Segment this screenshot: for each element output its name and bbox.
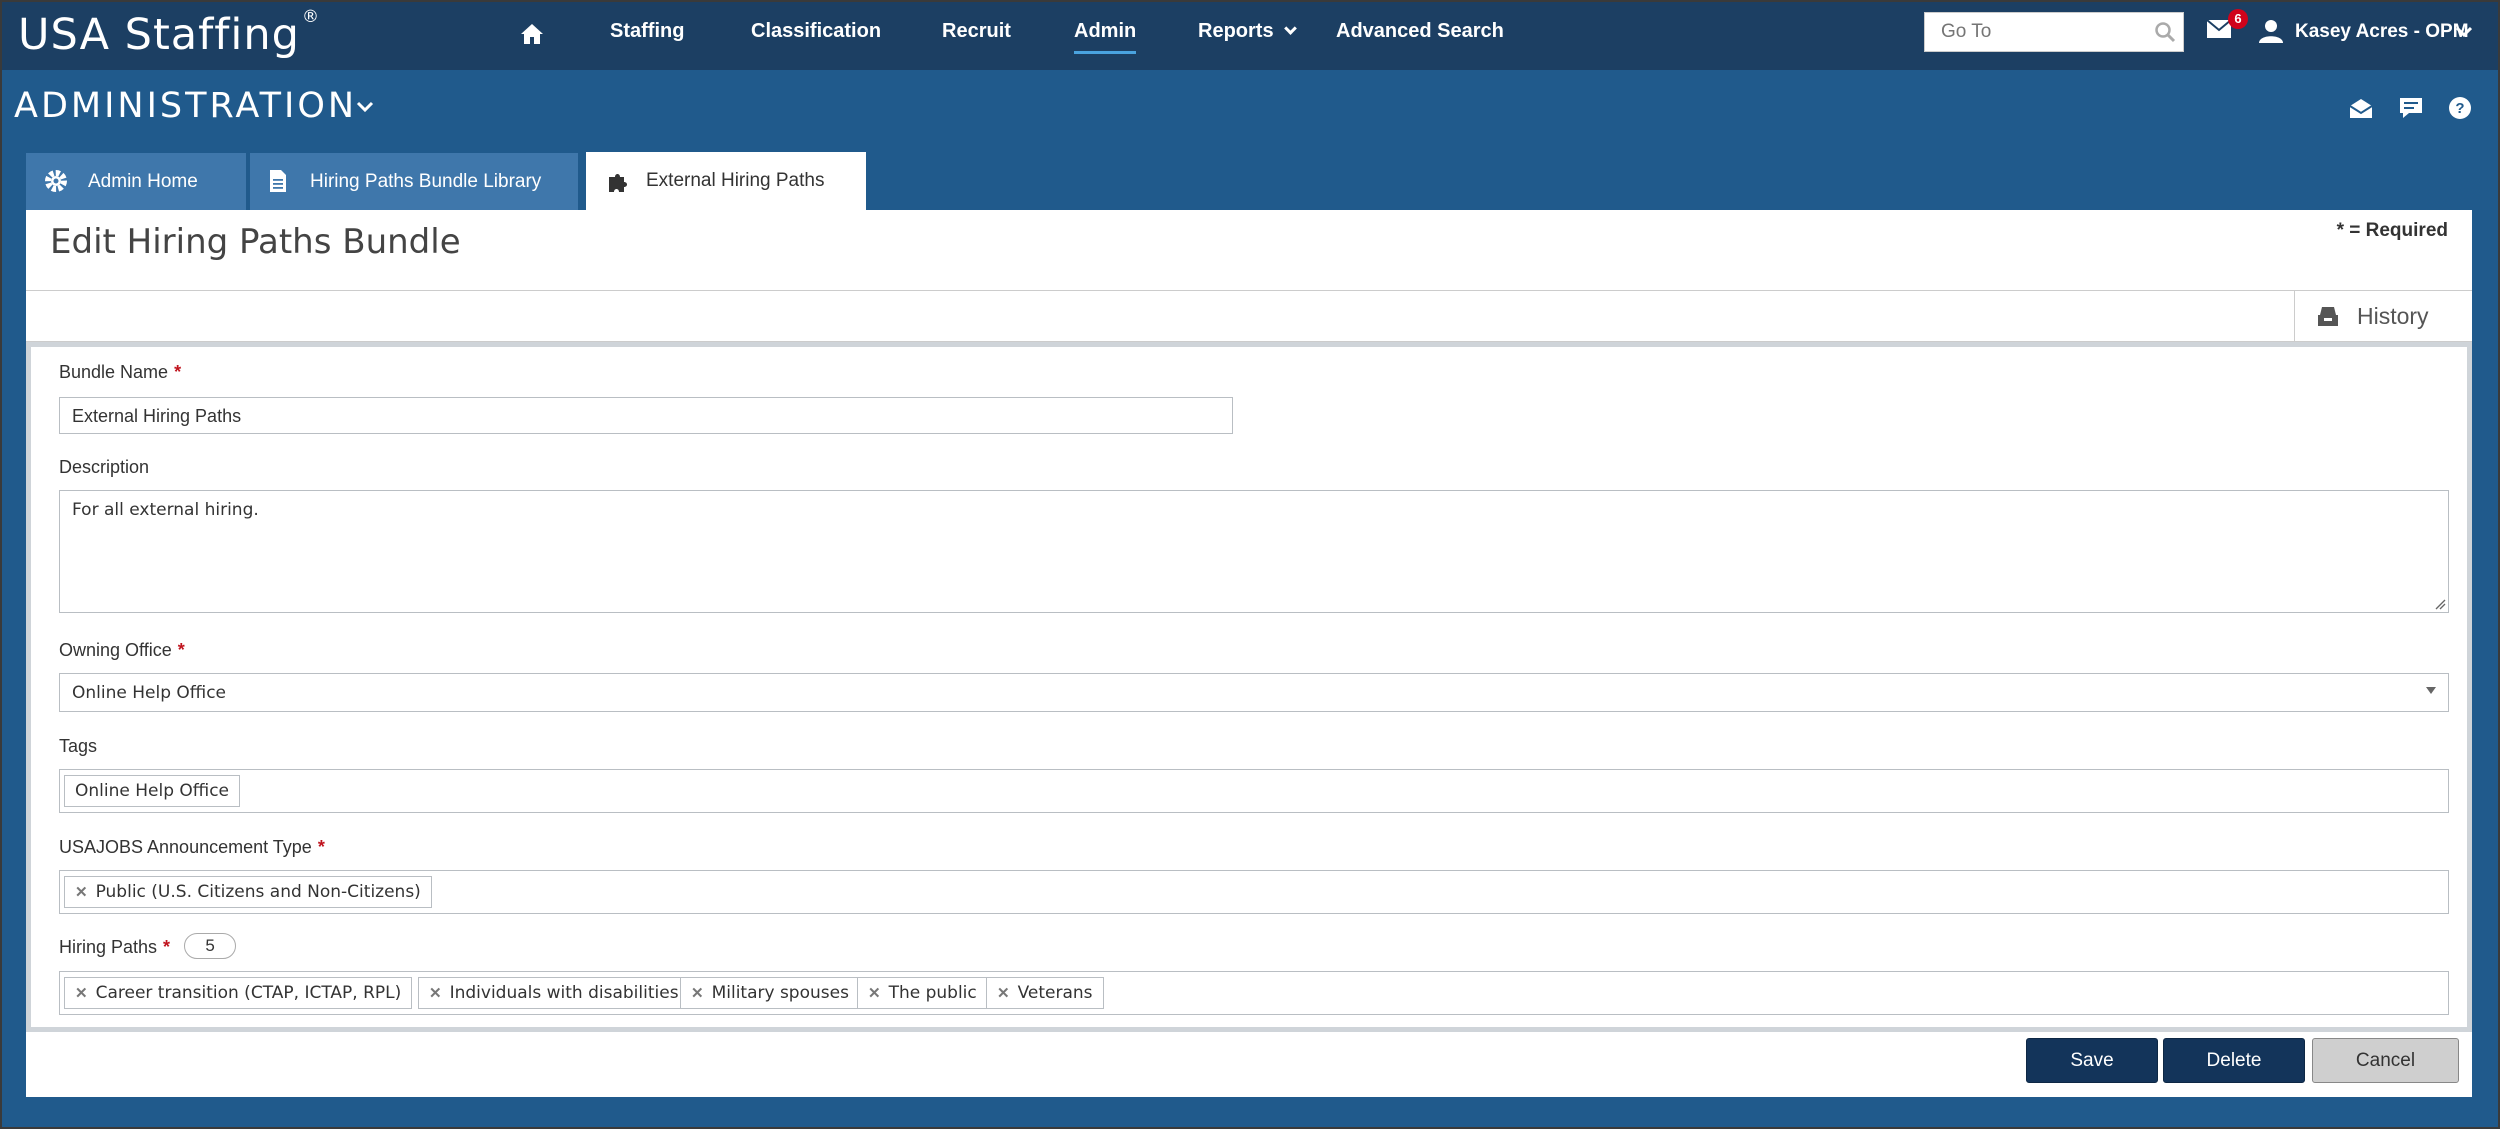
document-icon (270, 170, 286, 192)
tab-label: External Hiring Paths (646, 170, 825, 191)
description-label: Description (59, 457, 150, 477)
tab-hiring-paths-bundle-library[interactable]: Hiring Paths Bundle Library (250, 153, 578, 210)
bundle-name-input[interactable]: External Hiring Paths (59, 397, 1233, 434)
caret-down-icon (2426, 687, 2436, 694)
home-icon[interactable] (520, 22, 544, 46)
tags-input[interactable]: Online Help Office (59, 769, 2449, 813)
required-mark: * (174, 362, 182, 382)
hiring-path-chip: ✕ Career transition (CTAP, ICTAP, RPL) (64, 977, 413, 1009)
announcement-type-input[interactable]: ✕ Public (U.S. Citizens and Non-Citizens) (59, 870, 2449, 914)
nav-classification[interactable]: Classification (751, 20, 881, 43)
tab-external-hiring-paths[interactable]: External Hiring Paths (586, 152, 866, 211)
owning-office-value: Online Help Office (72, 683, 227, 703)
chevron-down-icon[interactable] (356, 100, 374, 114)
remove-icon[interactable]: ✕ (75, 884, 88, 901)
hiring-paths-label-text: Hiring Paths (59, 936, 158, 957)
remove-icon[interactable]: ✕ (997, 985, 1010, 1002)
remove-icon[interactable]: ✕ (868, 985, 881, 1002)
user-icon[interactable] (2259, 19, 2283, 43)
tag-chip[interactable]: Online Help Office (64, 775, 241, 807)
nav-staffing[interactable]: Staffing (610, 20, 684, 43)
history-label: History (2357, 303, 2429, 329)
required-mark: * (177, 640, 185, 660)
owning-office-label-text: Owning Office (59, 640, 172, 660)
hiring-path-chip: ✕ The public (857, 977, 988, 1009)
tag-chip-label: Online Help Office (75, 781, 230, 801)
svg-text:?: ? (2455, 100, 2464, 117)
app-logo[interactable]: USA Staffing ® (18, 6, 320, 60)
announcement-type-label-text: USAJOBS Announcement Type (59, 837, 312, 857)
edit-panel: Edit Hiring Paths Bundle * = Required Hi… (26, 210, 2472, 1097)
chip-label: Veterans (1017, 983, 1093, 1003)
chevron-down-icon[interactable] (2456, 26, 2472, 38)
chip-label: Military spouses (711, 983, 849, 1003)
save-button[interactable]: Save (2026, 1038, 2158, 1083)
tab-label: Hiring Paths Bundle Library (310, 171, 542, 192)
hiring-path-chip: ✕ Individuals with disabilities (418, 977, 690, 1009)
nav-reports[interactable]: Reports (1198, 20, 1297, 43)
announcement-icon[interactable] (2348, 96, 2374, 120)
required-legend: * = Required (2336, 220, 2448, 241)
archive-icon (2318, 307, 2338, 326)
remove-icon[interactable]: ✕ (429, 985, 442, 1002)
gear-icon (45, 170, 67, 192)
tab-label: Admin Home (88, 171, 198, 192)
owning-office-select[interactable]: Online Help Office (59, 673, 2449, 712)
top-navigation-bar: USA Staffing ® Staffing Classification Re… (0, 0, 2500, 70)
chevron-down-icon (1283, 22, 1297, 35)
puzzle-icon (609, 174, 627, 192)
hiring-paths-label: Hiring Paths * 5 (59, 933, 237, 961)
description-text: For all external hiring. (72, 500, 259, 520)
cancel-button[interactable]: Cancel (2312, 1038, 2459, 1083)
bundle-name-label: Bundle Name * (59, 362, 181, 383)
chip-label: Individuals with disabilities (449, 983, 679, 1003)
panel-toolbar: History (26, 290, 2472, 342)
tags-label: Tags (59, 736, 98, 756)
bundle-form: Bundle Name * External Hiring Paths Descr… (26, 342, 2472, 1032)
search-icon[interactable] (2154, 21, 2176, 43)
bundle-name-label-text: Bundle Name (59, 362, 169, 382)
remove-icon[interactable]: ✕ (75, 985, 88, 1002)
required-mark: * (163, 936, 171, 957)
owning-office-label: Owning Office * (59, 640, 185, 661)
announcement-type-chip: ✕ Public (U.S. Citizens and Non-Citizens) (64, 876, 432, 908)
notification-badge: 6 (2228, 9, 2248, 29)
page-title: Edit Hiring Paths Bundle (50, 222, 461, 262)
nav-admin[interactable]: Admin (1074, 20, 1137, 54)
hiring-paths-input[interactable]: ✕ Career transition (CTAP, ICTAP, RPL) ✕ I… (59, 971, 2449, 1015)
hiring-path-chip: ✕ Military spouses (680, 977, 860, 1009)
chip-label: Public (U.S. Citizens and Non-Citizens) (95, 882, 421, 902)
app-logo-mark: ® (301, 6, 320, 27)
goto-search-input[interactable] (1924, 12, 2184, 52)
remove-icon[interactable]: ✕ (691, 985, 704, 1002)
hiring-path-chip: ✕ Veterans (986, 977, 1104, 1009)
chip-label: The public (888, 983, 977, 1003)
announcement-type-label: USAJOBS Announcement Type * (59, 837, 325, 858)
required-mark: * (317, 837, 325, 857)
delete-button[interactable]: Delete (2163, 1038, 2305, 1083)
user-menu[interactable]: Kasey Acres - OPM (2295, 21, 2469, 43)
resize-handle-icon[interactable] (2434, 598, 2446, 610)
tab-admin-home[interactable]: Admin Home (26, 153, 246, 210)
hiring-paths-count-badge: 5 (184, 933, 237, 959)
nav-recruit[interactable]: Recruit (942, 20, 1011, 43)
help-icon[interactable]: ? (2448, 96, 2472, 120)
chip-label: Career transition (CTAP, ICTAP, RPL) (95, 983, 402, 1003)
app-logo-text: USA Staffing (18, 10, 300, 60)
chat-icon[interactable] (2398, 96, 2424, 120)
nav-advanced-search[interactable]: Advanced Search (1336, 20, 1504, 43)
description-textarea[interactable]: For all external hiring. (59, 490, 2449, 613)
history-button[interactable]: History (2294, 291, 2472, 341)
nav-reports-label: Reports (1198, 20, 1274, 42)
section-title[interactable]: ADMINISTRATION (14, 86, 357, 126)
